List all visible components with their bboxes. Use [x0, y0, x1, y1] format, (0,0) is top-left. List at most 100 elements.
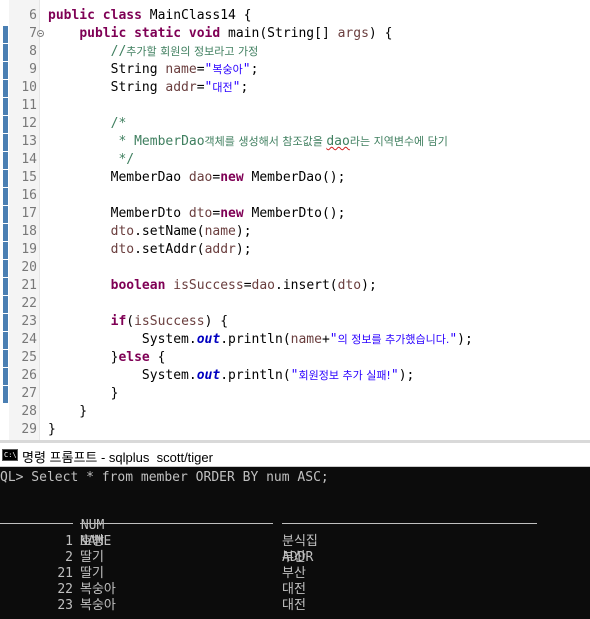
cmd-window-title: 명령 프롬프트 - sqlplus scott/tiger [22, 450, 213, 465]
code-token: ; [240, 80, 249, 95]
code-token: addr [204, 242, 236, 257]
code-token: dto [337, 278, 362, 293]
line-number: 26 [21, 368, 37, 383]
code-token: ) { [368, 26, 393, 41]
line-number: 16 [21, 188, 37, 203]
code-token: .println( [220, 332, 291, 347]
code-token: else [118, 350, 158, 365]
code-line[interactable]: 24 System.out.println(name+"의 정보를 추가했습니다… [0, 331, 590, 349]
result-row: 1 호빵 분식집 [0, 534, 590, 550]
code-token: // [110, 44, 127, 59]
code-token: dao [326, 134, 350, 149]
code-text: boolean isSuccess=dao.insert(dto); [48, 277, 377, 295]
code-editor[interactable]: 6 public class MainClass14 {7 public stat… [0, 0, 590, 440]
code-line[interactable]: 21 boolean isSuccess=dao.insert(dto); [0, 277, 590, 295]
code-token: MemberDao(); [251, 170, 346, 185]
code-token: System. [48, 332, 197, 347]
code-text: dto.setAddr(addr); [48, 241, 252, 259]
code-line[interactable]: 19 dto.setAddr(addr); [0, 241, 590, 259]
code-token: MemberDto [48, 206, 189, 221]
code-token: MemberDao [48, 170, 189, 185]
code-line[interactable]: 13 * MemberDao객체를 생성해서 참조값을 dao라는 지역변수에 … [0, 133, 590, 151]
code-text: public class MainClass14 { [48, 7, 252, 25]
code-token: name [165, 62, 197, 77]
line-number: 17 [21, 206, 37, 221]
code-line[interactable]: 25 }else { [0, 349, 590, 367]
cell-num: 21 [57, 566, 73, 581]
code-text: String addr="대전"; [48, 79, 249, 97]
line-number: 6 [29, 8, 37, 23]
code-token: 의 정보를 추가했습니다. [337, 333, 450, 346]
code-line[interactable]: 10 String addr="대전"; [0, 79, 590, 97]
code-line[interactable]: 26 System.out.println("회원정보 추가 실패!"); [0, 367, 590, 385]
header-num: NUM [80, 518, 105, 533]
line-number: 8 [29, 44, 37, 59]
result-row: 22 복숭아 대전 [0, 582, 590, 598]
code-token: isSuccess [134, 314, 205, 329]
cell-name: 복숭아 [80, 582, 116, 597]
code-text: String name="복숭아"; [48, 61, 259, 79]
code-line[interactable]: 8 //추가할 회원의 정보라고 가정 [0, 43, 590, 61]
fold-collapse-icon[interactable] [37, 30, 44, 37]
code-text: /* [48, 115, 127, 133]
code-token: } [48, 386, 119, 401]
code-token: } [48, 404, 88, 419]
code-token: if [110, 314, 127, 329]
code-token: * MemberDao [110, 134, 205, 149]
code-token: boolean [110, 278, 174, 293]
code-token: 복숭아 [212, 63, 243, 76]
code-token: new [220, 206, 252, 221]
code-line[interactable]: 6 public class MainClass14 { [0, 7, 590, 25]
cell-name: 복숭아 [80, 598, 116, 613]
header-underline-name [80, 523, 273, 524]
code-token: 대전 [212, 81, 233, 94]
code-line[interactable]: 16 [0, 187, 590, 205]
line-number: 19 [21, 242, 37, 257]
code-line[interactable]: 29} [0, 421, 590, 439]
code-token: addr [165, 80, 197, 95]
console-output[interactable]: QL> Select * from member ORDER BY num AS… [0, 467, 590, 619]
line-number: 29 [21, 422, 37, 437]
result-row: 23 복숭아 대전 [0, 598, 590, 614]
code-token: .setName( [134, 224, 205, 239]
cell-addr: 대전 [282, 598, 306, 613]
line-number: 13 [21, 134, 37, 149]
header-underline-addr [282, 523, 537, 524]
code-token: ) { [204, 314, 229, 329]
code-text: */ [48, 151, 134, 169]
code-token: dto [110, 242, 135, 257]
code-line[interactable]: 11 [0, 97, 590, 115]
code-line[interactable]: 12 /* [0, 115, 590, 133]
cell-num: 22 [57, 582, 73, 597]
code-token: dao [188, 170, 213, 185]
code-line[interactable]: 23 if(isSuccess) { [0, 313, 590, 331]
code-line[interactable]: 14 */ [0, 151, 590, 169]
code-token: */ [110, 152, 135, 167]
line-number: 27 [21, 386, 37, 401]
code-token: dao [251, 278, 276, 293]
code-token: MainClass14 { [149, 8, 252, 23]
code-text: MemberDao dao=new MemberDao(); [48, 169, 346, 187]
code-token: " [242, 62, 251, 77]
line-number: 20 [21, 260, 37, 275]
code-text: MemberDto dto=new MemberDto(); [48, 205, 346, 223]
code-line[interactable]: 22 [0, 295, 590, 313]
code-line[interactable]: 15 MemberDao dao=new MemberDao(); [0, 169, 590, 187]
code-token: public static void [79, 26, 229, 41]
code-line[interactable]: 27 } [0, 385, 590, 403]
code-token: + [321, 332, 330, 347]
code-line[interactable]: 20 [0, 259, 590, 277]
line-number: 9 [29, 62, 37, 77]
code-line[interactable]: 17 MemberDto dto=new MemberDto(); [0, 205, 590, 223]
code-line[interactable]: 18 dto.setName(name); [0, 223, 590, 241]
code-line[interactable]: 9 String name="복숭아"; [0, 61, 590, 79]
code-line[interactable]: 7 public static void main(String[] args)… [0, 25, 590, 43]
code-line[interactable]: 28 } [0, 403, 590, 421]
